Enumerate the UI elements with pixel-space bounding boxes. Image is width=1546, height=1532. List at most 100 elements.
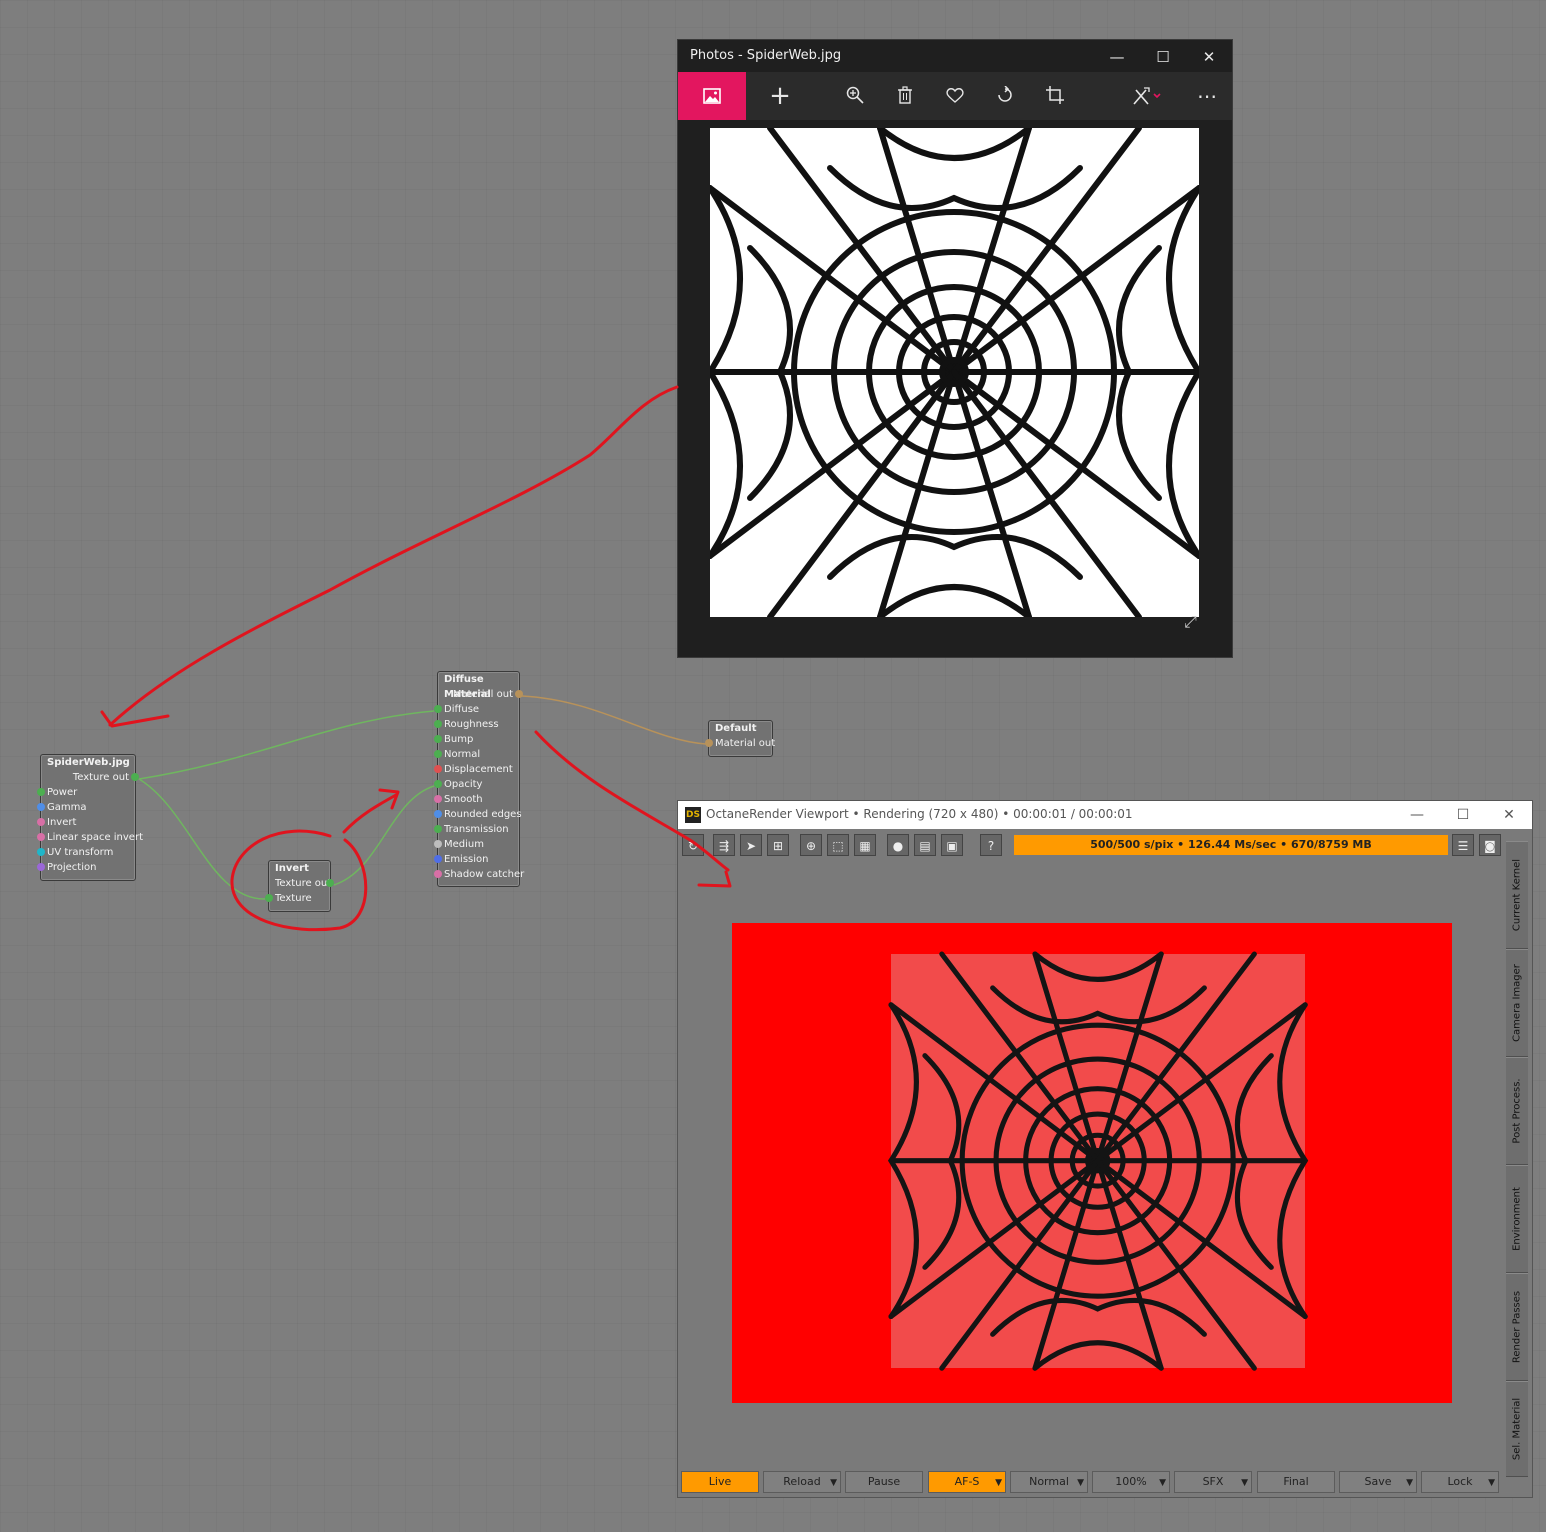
default-material-node[interactable]: Default Material out xyxy=(705,720,775,757)
octane-viewport-window[interactable]: DS OctaneRender Viewport • Rendering (72… xyxy=(677,800,1533,1498)
input-pin[interactable] xyxy=(37,863,45,871)
render-output[interactable] xyxy=(732,923,1452,1403)
add-icon[interactable]: + xyxy=(757,72,803,120)
crop-icon[interactable] xyxy=(1032,72,1078,120)
dropdown-arrow-icon[interactable]: ▼ xyxy=(1159,1473,1166,1493)
input-pin[interactable] xyxy=(434,720,442,728)
dropdown-arrow-icon[interactable]: ▼ xyxy=(830,1473,837,1493)
input-pin[interactable] xyxy=(37,833,45,841)
share-icon[interactable]: ⊞ xyxy=(767,834,789,856)
dropdown-arrow-icon[interactable]: ▼ xyxy=(1241,1473,1248,1493)
dropdown-arrow-icon[interactable]: ▼ xyxy=(1406,1473,1413,1493)
photos-window[interactable]: Photos - SpiderWeb.jpg — ☐ ✕ + ⋯ ⤢ xyxy=(677,39,1233,658)
dropdown-arrow-icon[interactable]: ▼ xyxy=(1077,1473,1084,1493)
dropdown-arrow-icon[interactable]: ▼ xyxy=(995,1473,1002,1493)
input-gamma[interactable]: Gamma xyxy=(37,800,135,815)
zoom-icon[interactable] xyxy=(832,72,878,120)
rotate-icon[interactable] xyxy=(982,72,1028,120)
input-shadow-catcher[interactable]: Shadow catcher xyxy=(434,867,524,882)
input-linear-space-invert[interactable]: Linear space invert xyxy=(37,830,143,845)
tab-post-process[interactable]: Post Process. xyxy=(1506,1057,1528,1165)
save-button[interactable]: Save ▼ xyxy=(1339,1471,1417,1493)
tab-current-kernel[interactable]: Current Kernel xyxy=(1506,841,1528,949)
tab-environment[interactable]: Environment xyxy=(1506,1165,1528,1273)
tab-camera-imager[interactable]: Camera Imager xyxy=(1506,949,1528,1057)
input-roughness[interactable]: Roughness xyxy=(434,717,519,732)
close-button[interactable]: ✕ xyxy=(1486,801,1532,829)
input-pin[interactable] xyxy=(434,735,442,743)
input-pin[interactable] xyxy=(434,765,442,773)
input-power[interactable]: Power xyxy=(37,785,135,800)
input-invert[interactable]: Invert xyxy=(37,815,135,830)
table-icon[interactable]: ▤ xyxy=(914,834,936,856)
camera-icon[interactable]: ◙ xyxy=(1479,834,1501,856)
input-pin[interactable] xyxy=(434,870,442,878)
input-pin[interactable] xyxy=(705,739,713,747)
input-pin[interactable] xyxy=(434,840,442,848)
minimize-button[interactable]: — xyxy=(1394,801,1440,829)
output-pin[interactable] xyxy=(515,690,523,698)
output-pin[interactable] xyxy=(326,879,334,887)
input-emission[interactable]: Emission xyxy=(434,852,519,867)
sfx-button[interactable]: SFX ▼ xyxy=(1174,1471,1252,1493)
input-pin[interactable] xyxy=(37,818,45,826)
help-icon[interactable]: ? xyxy=(980,834,1002,856)
input-pin[interactable] xyxy=(434,750,442,758)
output-pin[interactable] xyxy=(131,773,139,781)
input-pin[interactable] xyxy=(37,848,45,856)
input-displacement[interactable]: Displacement xyxy=(434,762,519,777)
image-icon[interactable]: ▣ xyxy=(941,834,963,856)
input-pin[interactable] xyxy=(434,795,442,803)
tab-sel-material[interactable]: Sel. Material xyxy=(1506,1381,1528,1477)
favorite-icon[interactable] xyxy=(932,72,978,120)
nodes-icon[interactable]: ⇶ xyxy=(713,834,735,856)
material-out-port[interactable]: Material out xyxy=(705,736,775,751)
af-s-button[interactable]: AF-S ▼ xyxy=(928,1471,1006,1493)
input-uv-transform[interactable]: UV transform xyxy=(37,845,135,860)
input-pin[interactable] xyxy=(434,780,442,788)
expand-icon[interactable]: ⤢ xyxy=(1184,612,1197,632)
input-medium[interactable]: Medium xyxy=(434,837,519,852)
circle-icon[interactable]: ● xyxy=(887,834,909,856)
input-pin[interactable] xyxy=(434,855,442,863)
more-icon[interactable]: ⋯ xyxy=(1184,72,1230,120)
target-icon[interactable]: ⊕ xyxy=(800,834,822,856)
invert-node[interactable]: Invert Texture out Texture xyxy=(265,860,334,912)
grid-icon[interactable]: ▦ xyxy=(854,834,876,856)
texture-out-port[interactable]: Texture out xyxy=(41,770,139,785)
tab-render-passes[interactable]: Render Passes xyxy=(1506,1273,1528,1381)
texture-out-port[interactable]: Texture out xyxy=(269,876,334,891)
spiderweb-image-node[interactable]: SpiderWeb.jpg Texture out Power Gamma In… xyxy=(37,754,143,881)
diffuse-material-node[interactable]: Diffuse Material Material out Diffuse Ro… xyxy=(434,671,524,887)
maximize-button[interactable]: ☐ xyxy=(1140,44,1186,70)
pause-button[interactable]: Pause xyxy=(845,1471,923,1493)
input-rounded-edges[interactable]: Rounded edges xyxy=(434,807,522,822)
close-button[interactable]: ✕ xyxy=(1186,44,1232,70)
send-icon[interactable]: ➤ xyxy=(740,834,762,856)
maximize-button[interactable]: ☐ xyxy=(1440,801,1486,829)
lock-button[interactable]: Lock ▼ xyxy=(1421,1471,1499,1493)
final-button[interactable]: Final xyxy=(1257,1471,1335,1493)
delete-icon[interactable] xyxy=(882,72,928,120)
region-icon[interactable]: ⬚ xyxy=(827,834,849,856)
input-pin[interactable] xyxy=(265,894,273,902)
edit-create-icon[interactable] xyxy=(1122,72,1172,120)
input-pin[interactable] xyxy=(434,705,442,713)
dropdown-arrow-icon[interactable]: ▼ xyxy=(1488,1473,1495,1493)
refresh-icon[interactable]: ↻ xyxy=(682,834,704,856)
input-bump[interactable]: Bump xyxy=(434,732,519,747)
material-out-port[interactable]: Material out xyxy=(438,687,523,702)
zoom-100-button[interactable]: 100% ▼ xyxy=(1092,1471,1170,1493)
input-pin[interactable] xyxy=(37,788,45,796)
input-pin[interactable] xyxy=(434,810,442,818)
picture-icon[interactable] xyxy=(678,72,746,120)
input-diffuse[interactable]: Diffuse xyxy=(434,702,519,717)
input-pin[interactable] xyxy=(37,803,45,811)
input-transmission[interactable]: Transmission xyxy=(434,822,519,837)
normal-button[interactable]: Normal ▼ xyxy=(1010,1471,1088,1493)
input-opacity[interactable]: Opacity xyxy=(434,777,519,792)
minimize-button[interactable]: — xyxy=(1094,44,1140,70)
input-projection[interactable]: Projection xyxy=(37,860,135,875)
reload-button[interactable]: Reload ▼ xyxy=(763,1471,841,1493)
input-texture[interactable]: Texture xyxy=(265,891,330,906)
